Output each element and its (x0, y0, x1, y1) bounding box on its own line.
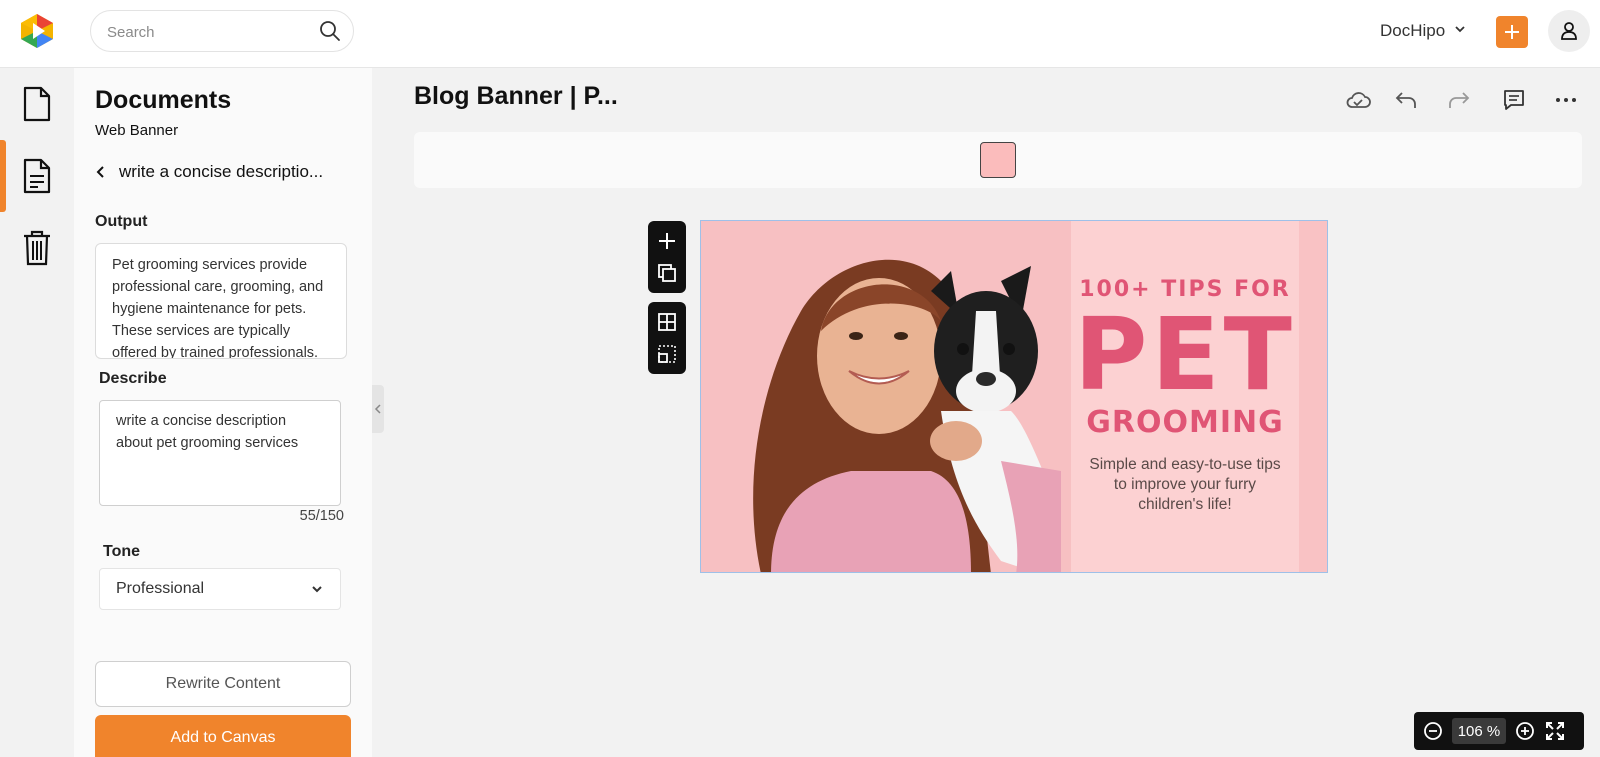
comment-icon (1504, 90, 1524, 110)
dochipo-logo[interactable] (18, 12, 56, 50)
plus-icon (1505, 25, 1519, 39)
undo-button[interactable] (1392, 86, 1420, 114)
describe-label: Describe (99, 370, 167, 387)
comments-button[interactable] (1500, 86, 1528, 114)
output-label: Output (95, 213, 148, 230)
grid-icon (658, 313, 676, 331)
add-to-canvas-button[interactable]: Add to Canvas (95, 715, 351, 757)
trash-icon (24, 230, 50, 266)
create-new-button[interactable] (1496, 16, 1528, 48)
add-element-button[interactable] (648, 225, 686, 257)
collapse-panel-handle[interactable] (372, 385, 384, 433)
search-icon[interactable] (319, 20, 341, 42)
chevron-down-icon (312, 586, 322, 593)
fullscreen-button[interactable] (1544, 720, 1566, 742)
more-icon (1556, 98, 1576, 102)
chevron-left-icon (374, 404, 381, 414)
zoom-controls: 106 % (1414, 712, 1584, 750)
account-name: DocHipo (1380, 21, 1446, 40)
rail-item-text-document[interactable] (0, 140, 74, 212)
duplicate-icon (658, 264, 676, 282)
background-color-swatch[interactable] (980, 142, 1016, 178)
left-rail (0, 68, 74, 757)
zoom-out-icon (1424, 722, 1442, 740)
user-icon (1561, 22, 1577, 40)
redo-button[interactable] (1445, 86, 1473, 114)
document-title[interactable]: Blog Banner | P... (414, 82, 618, 111)
add-icon (659, 233, 675, 249)
undo-icon (1395, 92, 1416, 108)
back-button[interactable]: write a concise descriptio... (95, 158, 355, 186)
document-icon (23, 86, 51, 122)
cloud-save-icon (1346, 92, 1371, 108)
fullscreen-icon (1546, 722, 1564, 740)
banner-description[interactable]: Simple and easy-to-use tips to improve y… (1081, 455, 1289, 515)
duplicate-button[interactable] (648, 257, 686, 289)
zoom-in-icon (1516, 722, 1534, 740)
select-area-icon (658, 345, 676, 363)
banner-pet-heading[interactable]: PET (1071, 303, 1299, 407)
panel-title: Documents (95, 86, 232, 114)
layout-tools-group (648, 302, 686, 374)
zoom-in-button[interactable] (1514, 720, 1536, 742)
user-avatar[interactable] (1548, 10, 1590, 52)
select-area-button[interactable] (648, 338, 686, 370)
character-counter: 55/150 (299, 508, 344, 524)
woman-with-dog-photo[interactable] (701, 221, 1071, 573)
grid-button[interactable] (648, 306, 686, 338)
color-palette-bar (414, 132, 1582, 188)
redo-icon (1449, 92, 1470, 108)
tone-label: Tone (103, 543, 141, 560)
output-text-box[interactable]: Pet grooming services provide profession… (95, 243, 347, 359)
chevron-down-icon (1453, 21, 1467, 41)
top-bar: DocHipo (0, 0, 1600, 68)
tone-value: Professional (116, 580, 205, 597)
rail-item-document[interactable] (0, 68, 74, 140)
describe-input[interactable]: write a concise description about pet gr… (99, 400, 341, 506)
zoom-level[interactable]: 106 % (1452, 718, 1506, 744)
design-canvas[interactable]: 100+ TIPS FOR PET GROOMING Simple and ea… (700, 220, 1328, 573)
tone-select[interactable]: Professional (99, 568, 341, 610)
account-menu[interactable]: DocHipo (1380, 18, 1467, 44)
banner-grooming-heading[interactable]: GROOMING (1071, 405, 1299, 440)
back-label: write a concise descriptio... (119, 162, 324, 181)
rail-item-trash[interactable] (0, 212, 74, 284)
ai-writer-panel: Documents Web Banner write a concise des… (74, 68, 372, 757)
panel-subtitle: Web Banner (95, 122, 179, 139)
text-document-icon (23, 158, 51, 194)
search-bar[interactable] (90, 10, 354, 52)
right-accent-strip (1299, 221, 1327, 572)
search-input[interactable] (107, 21, 307, 43)
zoom-out-button[interactable] (1422, 720, 1444, 742)
cloud-save-button[interactable] (1344, 86, 1372, 114)
chevron-left-icon (96, 166, 104, 178)
more-options-button[interactable] (1552, 86, 1580, 114)
rewrite-content-button[interactable]: Rewrite Content (95, 661, 351, 707)
element-tools-group (648, 221, 686, 293)
